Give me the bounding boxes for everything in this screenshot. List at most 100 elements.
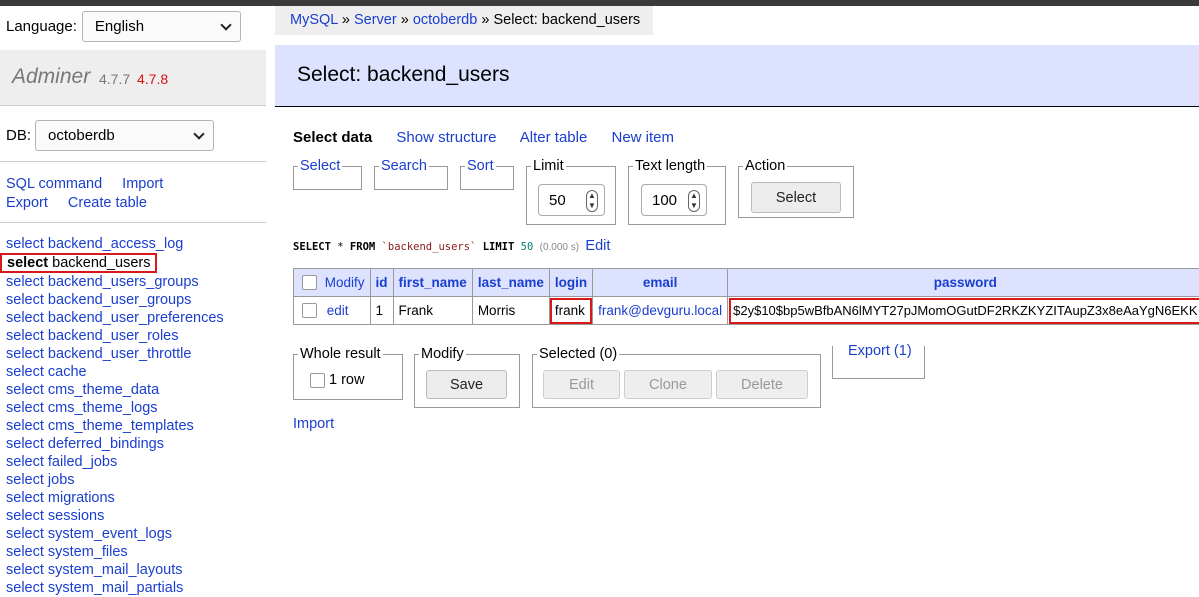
edit-query-link[interactable]: Edit xyxy=(585,238,610,254)
whole-result-option[interactable]: 1 row xyxy=(310,372,364,388)
table-link-system-event-logs[interactable]: select system_event_logs xyxy=(6,525,224,543)
table-link-backend-user-throttle[interactable]: select backend_user_throttle xyxy=(6,345,224,363)
limit-input[interactable]: 50 ▲▼ xyxy=(538,184,605,216)
col-password[interactable]: password xyxy=(728,269,1199,297)
table-link-cms-theme-data[interactable]: select cms_theme_data xyxy=(6,381,224,399)
search-fieldset: Search xyxy=(374,158,448,190)
delete-button[interactable]: Delete xyxy=(716,370,808,399)
new-version-link[interactable]: 4.7.8 xyxy=(137,71,168,87)
table-link-backend-user-preferences[interactable]: select backend_user_preferences xyxy=(6,309,224,327)
table-link-system-files[interactable]: select system_files xyxy=(6,543,224,561)
sql-table: `backend_users` xyxy=(382,241,477,253)
col-email[interactable]: email xyxy=(593,269,728,297)
col-login[interactable]: login xyxy=(549,269,592,297)
table-link-cms-theme-templates[interactable]: select cms_theme_templates xyxy=(6,417,224,435)
table-row: edit 1 Frank Morris frank frank@devguru.… xyxy=(294,297,1199,325)
text-length-label: Text length xyxy=(633,158,707,174)
import-link[interactable]: Import xyxy=(122,176,163,192)
page-header: Select: backend_users xyxy=(275,45,1199,107)
chevron-down-icon xyxy=(220,19,231,30)
table-list: select backend_access_log select backend… xyxy=(6,235,224,597)
cell-email[interactable]: frank@devguru.local xyxy=(593,297,728,325)
col-modify: Modify xyxy=(294,269,371,297)
sort-toggle[interactable]: Sort xyxy=(467,158,494,174)
db-label: DB: xyxy=(6,127,31,144)
table-link-backend-users-active[interactable]: select backend_users xyxy=(0,253,157,273)
app-brand: Adminer 4.7.7 4.7.8 xyxy=(0,50,266,106)
breadcrumb-separator: » xyxy=(481,12,489,28)
export-link[interactable]: Export xyxy=(6,195,48,211)
db-select[interactable]: octoberdb xyxy=(35,120,214,151)
cell-id: 1 xyxy=(370,297,393,325)
row-edit-link[interactable]: edit xyxy=(327,303,349,318)
col-id[interactable]: id xyxy=(370,269,393,297)
db-value: octoberdb xyxy=(48,127,115,144)
cell-login: frank xyxy=(549,297,592,325)
sql-keyword: LIMIT xyxy=(483,241,515,253)
table-link-cache[interactable]: select cache xyxy=(6,363,224,381)
table-link-system-mail-layouts[interactable]: select system_mail_layouts xyxy=(6,561,224,579)
whole-result-value: 1 row xyxy=(329,372,364,388)
clone-button[interactable]: Clone xyxy=(624,370,712,399)
whole-result-label: Whole result xyxy=(298,346,383,362)
cell-last-name: Morris xyxy=(472,297,549,325)
table-link-failed-jobs[interactable]: select failed_jobs xyxy=(6,453,224,471)
language-select[interactable]: English xyxy=(82,11,241,42)
col-modify-label[interactable]: Modify xyxy=(325,275,365,290)
select-button[interactable]: Select xyxy=(751,182,841,213)
breadcrumb-separator: » xyxy=(401,12,409,28)
sql-keyword: FROM xyxy=(350,241,375,253)
breadcrumb-mysql[interactable]: MySQL xyxy=(290,12,338,28)
sql-command-link[interactable]: SQL command xyxy=(6,176,102,192)
select-all-checkbox[interactable] xyxy=(302,275,317,290)
data-table: Modify id first_name last_name login ema… xyxy=(293,268,1199,325)
active-table-prefix: select xyxy=(7,255,48,271)
col-last-name[interactable]: last_name xyxy=(472,269,549,297)
row-checkbox[interactable] xyxy=(302,303,317,318)
edit-selected-button[interactable]: Edit xyxy=(543,370,620,399)
breadcrumb-db[interactable]: octoberdb xyxy=(413,12,478,28)
stepper-arrows-icon[interactable]: ▲▼ xyxy=(688,190,700,212)
cell-password: $2y$10$bp5wBfbAN6lMYT27pJMomOGutDF2RKZKY… xyxy=(728,297,1199,325)
tab-show-structure[interactable]: Show structure xyxy=(396,129,496,146)
select-columns-toggle[interactable]: Select xyxy=(300,158,340,174)
tab-select-data[interactable]: Select data xyxy=(293,129,372,146)
save-button[interactable]: Save xyxy=(426,370,507,399)
tab-alter-table[interactable]: Alter table xyxy=(520,129,588,146)
import-link[interactable]: Import xyxy=(293,416,334,432)
sql-limit: 50 xyxy=(521,241,534,253)
sidebar: Language: English Adminer 4.7.7 4.7.8 DB… xyxy=(0,6,266,592)
table-link-system-mail-partials[interactable]: select system_mail_partials xyxy=(6,579,224,597)
chevron-down-icon xyxy=(193,128,204,139)
modify-label: Modify xyxy=(419,346,466,362)
table-link-backend-users-groups[interactable]: select backend_users_groups xyxy=(6,273,224,291)
table-link-cms-theme-logs[interactable]: select cms_theme_logs xyxy=(6,399,224,417)
database-selector: DB: octoberdb xyxy=(6,120,214,151)
table-link-backend-user-roles[interactable]: select backend_user_roles xyxy=(6,327,224,345)
app-name[interactable]: Adminer xyxy=(12,65,90,89)
col-first-name[interactable]: first_name xyxy=(393,269,472,297)
breadcrumb-server[interactable]: Server xyxy=(354,12,397,28)
table-link-jobs[interactable]: select jobs xyxy=(6,471,224,489)
stepper-arrows-icon[interactable]: ▲▼ xyxy=(586,190,598,212)
table-tabs: Select data Show structure Alter table N… xyxy=(293,129,694,146)
cell-first-name: Frank xyxy=(393,297,472,325)
table-link-sessions[interactable]: select sessions xyxy=(6,507,224,525)
language-label: Language: xyxy=(6,18,77,35)
sql-star: * xyxy=(337,241,343,253)
table-link-backend-access-log[interactable]: select backend_access_log xyxy=(6,235,224,253)
text-length-input[interactable]: 100 ▲▼ xyxy=(641,184,707,216)
text-length-value: 100 xyxy=(652,192,677,209)
sort-fieldset: Sort xyxy=(460,158,514,190)
table-link-migrations[interactable]: select migrations xyxy=(6,489,224,507)
limit-label: Limit xyxy=(531,158,566,174)
sql-query: SELECT * FROM `backend_users` LIMIT 50 (… xyxy=(293,238,610,254)
table-link-deferred-bindings[interactable]: select deferred_bindings xyxy=(6,435,224,453)
tab-new-item[interactable]: New item xyxy=(612,129,675,146)
search-toggle[interactable]: Search xyxy=(381,158,427,174)
row-modify-cell: edit xyxy=(294,297,371,325)
table-link-backend-user-groups[interactable]: select backend_user_groups xyxy=(6,291,224,309)
export-toggle[interactable]: Export (1) xyxy=(847,343,913,359)
create-table-link[interactable]: Create table xyxy=(68,195,147,211)
whole-result-checkbox[interactable] xyxy=(310,373,325,388)
